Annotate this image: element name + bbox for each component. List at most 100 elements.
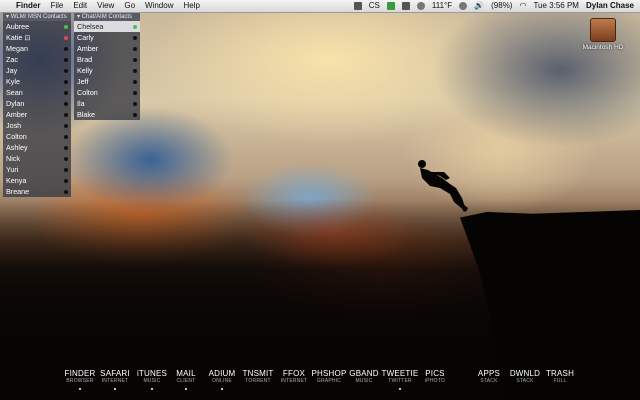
contact-name: Jay [6, 66, 18, 75]
menu-bar: Finder File Edit View Go Window Help CS … [0, 0, 640, 13]
running-indicator-icon [79, 388, 81, 390]
contact-name: Dylan [6, 99, 25, 108]
contact-name: Kenya [6, 176, 27, 185]
contact-name: Amber [6, 110, 28, 119]
contact-row[interactable]: Jeff [74, 76, 140, 87]
status-dot-icon [64, 90, 68, 95]
contact-name: Jeff [77, 77, 89, 86]
activity-monitor-icon[interactable] [386, 2, 395, 10]
contact-row[interactable]: Megan [3, 43, 71, 54]
time-machine-icon[interactable] [401, 2, 410, 10]
wifi-icon[interactable]: ◠ [519, 0, 526, 12]
wlm-contact-list-header[interactable]: ▾ WLM/ MSN Contacts [3, 13, 71, 21]
contact-row[interactable]: Katie ⊡ [3, 32, 71, 43]
hard-drive-icon[interactable] [590, 18, 616, 42]
adium-status-icon[interactable] [353, 2, 362, 10]
status-dot-icon [64, 101, 68, 106]
aim-contact-list-title: Chat/AIM Contacts [81, 14, 133, 20]
contact-row[interactable]: Ila [74, 98, 140, 109]
contact-name: Josh [6, 121, 22, 130]
contact-name: Colton [6, 132, 27, 141]
contact-row[interactable]: Josh [3, 120, 71, 131]
status-dot-icon [133, 35, 137, 40]
contact-row[interactable]: Yuri [3, 164, 71, 175]
status-dot-icon [64, 68, 68, 73]
contact-row[interactable]: Jay [3, 65, 71, 76]
contact-row[interactable]: Colton [74, 87, 140, 98]
status-dot-icon [64, 57, 68, 62]
macintosh-hd[interactable]: Macintosh HD [576, 18, 630, 51]
status-dot-icon [64, 24, 68, 29]
status-dot-icon [133, 101, 137, 106]
volume-icon[interactable]: 🔊 [474, 0, 484, 12]
contact-row[interactable]: Amber [74, 43, 140, 54]
contact-row[interactable]: Colton [3, 131, 71, 142]
sync-icon[interactable] [459, 2, 468, 10]
contact-name: Amber [77, 44, 99, 53]
contact-row[interactable]: Kenya [3, 175, 71, 186]
running-indicator-icon [114, 388, 116, 390]
bluetooth-icon[interactable] [416, 2, 425, 10]
status-dot-icon [64, 178, 68, 183]
contact-row[interactable]: Ashley [3, 142, 71, 153]
contact-name: Carly [77, 33, 94, 42]
menu-app-name[interactable]: Finder [16, 0, 40, 12]
running-indicator-icon [185, 388, 187, 390]
status-dot-icon [133, 90, 137, 95]
status-dot-icon [64, 145, 68, 150]
contact-name: Nick [6, 154, 20, 163]
menu-window[interactable]: Window [145, 0, 173, 12]
dock-item-label: PICS [425, 369, 445, 378]
status-dot-icon [133, 112, 137, 117]
contact-row[interactable]: Dylan [3, 98, 71, 109]
menu-file[interactable]: File [50, 0, 63, 12]
dock-item-pics[interactable]: PICS iPHOTO [413, 369, 457, 384]
temperature-text[interactable]: 111°F [432, 0, 452, 12]
dock-item-trash[interactable]: TRASH FULL [538, 369, 582, 384]
cs-status-text[interactable]: CS [369, 0, 380, 12]
hard-drive-label[interactable]: Macintosh HD [576, 44, 630, 51]
status-dot-icon [64, 79, 68, 84]
contact-row[interactable]: Sean [3, 87, 71, 98]
running-indicator-icon [151, 388, 153, 390]
clock-text[interactable]: Tue 3:56 PM [533, 0, 579, 12]
menu-help[interactable]: Help [183, 0, 199, 12]
contact-name: Colton [77, 88, 98, 97]
contact-row[interactable]: Chelsea [74, 21, 140, 32]
contact-name: Kelly [77, 66, 93, 75]
contact-name: Breane [6, 187, 30, 196]
aim-contact-list-header[interactable]: ▾ Chat/AIM Contacts [74, 13, 140, 21]
contact-row[interactable]: Zac [3, 54, 71, 65]
contact-name: Megan [6, 44, 28, 53]
contact-name: Ashley [6, 143, 28, 152]
dock-item-sublabel: FULL [553, 378, 567, 384]
contact-row[interactable]: Kelly [74, 65, 140, 76]
contact-name: Chelsea [77, 22, 104, 31]
contact-name: Kyle [6, 77, 20, 86]
menu-go[interactable]: Go [124, 0, 135, 12]
contact-row[interactable]: Kyle [3, 76, 71, 87]
running-indicator-icon [221, 388, 223, 390]
user-name[interactable]: Dylan Chase [586, 0, 634, 12]
wlm-contact-list: ▾ WLM/ MSN Contacts Aubree Katie ⊡ Megan Za… [3, 13, 71, 197]
status-dot-icon [64, 35, 68, 40]
contact-name: Blake [77, 110, 95, 119]
contact-name: Zac [6, 55, 18, 64]
contact-row[interactable]: Amber [3, 109, 71, 120]
contact-row[interactable]: Carly [74, 32, 140, 43]
contact-row[interactable]: Brad [74, 54, 140, 65]
contact-row[interactable]: Breane [3, 186, 71, 197]
battery-percentage[interactable]: (98%) [491, 0, 512, 12]
contact-row[interactable]: Aubree [3, 21, 71, 32]
status-dot-icon [64, 123, 68, 128]
menu-edit[interactable]: Edit [73, 0, 87, 12]
contact-name: Brad [77, 55, 93, 64]
status-dot-icon [64, 134, 68, 139]
status-dot-icon [133, 68, 137, 73]
dock-item-label: TRASH [545, 369, 575, 378]
contact-row[interactable]: Blake [74, 109, 140, 120]
contact-row[interactable]: Nick [3, 153, 71, 164]
contact-name: Katie ⊡ [6, 33, 31, 42]
wlm-contact-list-title: WLM/ MSN Contacts [10, 14, 67, 20]
menu-view[interactable]: View [97, 0, 114, 12]
